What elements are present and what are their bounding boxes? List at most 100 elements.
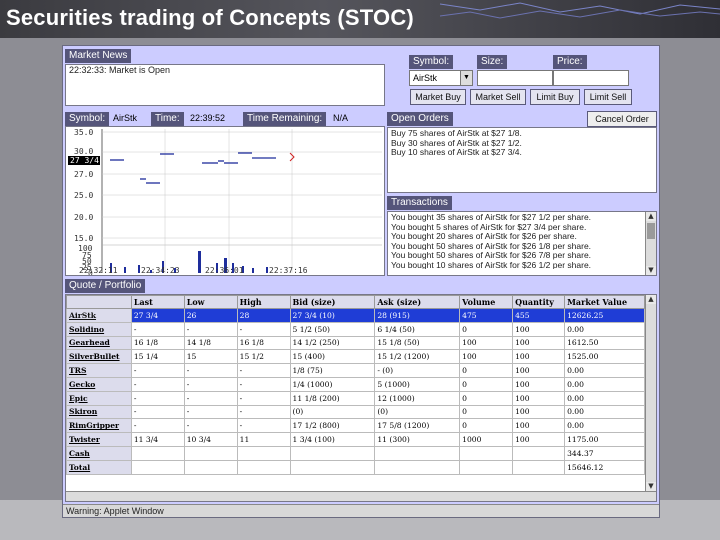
market-sell-button[interactable]: Market Sell <box>470 89 526 105</box>
column-header[interactable]: Ask (size) <box>374 295 461 309</box>
portfolio-cell: 12 (1000) <box>374 390 461 406</box>
security-name[interactable]: Solidino <box>66 321 132 337</box>
portfolio-cell: 17 5/8 (1200) <box>374 418 461 434</box>
security-name[interactable]: Skiron <box>66 404 132 420</box>
size-input[interactable] <box>477 70 553 86</box>
security-name[interactable]: TRS <box>66 363 132 378</box>
portfolio-cell: 0 <box>459 404 514 420</box>
open-order-item[interactable]: Buy 75 shares of AirStk at $27 1/8. <box>388 128 656 138</box>
portfolio-row[interactable]: Gecko - - -1/4 (1000) 5 (1000) 0 100 0.00 <box>66 376 645 392</box>
column-header[interactable]: High <box>236 295 291 309</box>
column-header[interactable]: Last <box>130 295 185 309</box>
portfolio-row[interactable]: TRS - - -1/8 (75) - (0) 0 100 0.00 <box>66 363 645 378</box>
transactions-list[interactable]: You bought 35 shares of AirStk for $27 1… <box>387 211 657 276</box>
transactions-label: Transactions <box>387 196 452 210</box>
open-order-item[interactable]: Buy 30 shares of AirStk at $27 1/2. <box>388 138 656 148</box>
portfolio-cell: - <box>183 418 238 434</box>
portfolio-row[interactable]: Total 15646.12 <box>66 459 645 475</box>
market-buy-button[interactable]: Market Buy <box>410 89 466 105</box>
limit-sell-button[interactable]: Limit Sell <box>584 89 632 105</box>
scroll-down-icon[interactable]: ▼ <box>646 266 656 275</box>
portfolio-cell: 0.00 <box>564 390 645 406</box>
column-header[interactable]: Quantity <box>512 295 566 309</box>
security-name[interactable]: Gecko <box>66 376 132 392</box>
portfolio-row[interactable]: SilverBullet 15 1/4 15 15 1/2 15 (400) 15 1/2… <box>66 349 645 365</box>
portfolio-row[interactable]: Cash 344.37 <box>66 445 645 461</box>
price-label: Price: <box>553 55 587 69</box>
chevron-down-icon[interactable]: ▼ <box>460 71 472 85</box>
portfolio-row[interactable]: Gearhead 16 1/8 14 1/8 16 1/8 14 1/2 (250) 15… <box>66 335 645 351</box>
scroll-thumb[interactable] <box>647 223 655 239</box>
portfolio-cell: 0.00 <box>564 363 645 378</box>
portfolio-row[interactable]: Solidino - - -5 1/2 (50) 6 1/4 (50) 0 100 0.00 <box>66 321 645 337</box>
column-header[interactable]: Volume <box>459 295 514 309</box>
chart-symbol-label: Symbol: <box>65 112 110 126</box>
chart-gridlines <box>102 129 382 273</box>
portfolio-hscrollbar[interactable] <box>66 491 656 501</box>
portfolio-cell: 11 1/8 (200) <box>289 390 376 406</box>
portfolio-cell: 100 <box>459 349 514 365</box>
column-header[interactable] <box>66 295 132 309</box>
portfolio-row[interactable]: RimGripper - - -17 1/2 (800) 17 5/8 (1200) 0 1… <box>66 418 645 434</box>
order-symbol-label: Symbol: <box>409 55 454 69</box>
price-input[interactable] <box>553 70 629 86</box>
portfolio-row[interactable]: AirStk 27 3/4 26 28 27 3/4 (10) 28 (915) 475 45… <box>66 308 645 323</box>
portfolio-cell: 475 <box>459 308 514 323</box>
portfolio-table-wrapper: Last Low High Bid (size) Ask (size) Volume Qua… <box>65 294 657 502</box>
portfolio-cell: 15 <box>183 349 238 365</box>
column-header[interactable]: Low <box>183 295 238 309</box>
portfolio-cell: - <box>183 390 238 406</box>
volume-bars <box>110 251 268 273</box>
portfolio-cell: 0.00 <box>564 418 645 434</box>
cancel-order-button[interactable]: Cancel Order <box>587 111 657 127</box>
security-name[interactable]: Total <box>66 459 132 475</box>
portfolio-cell: - <box>130 363 185 378</box>
price-tick: 20.0 <box>74 213 93 222</box>
market-news-box[interactable]: 22:32:33: Market is Open <box>65 64 385 106</box>
security-name[interactable]: SilverBullet <box>66 349 132 365</box>
portfolio-cell: 5 (1000) <box>374 376 461 392</box>
security-name[interactable]: Cash <box>66 445 132 461</box>
scroll-up-icon[interactable]: ▲ <box>646 212 656 221</box>
transactions-scrollbar[interactable]: ▲ ▼ <box>645 212 656 275</box>
security-name[interactable]: Epic <box>66 390 132 406</box>
portfolio-cell: 17 1/2 (800) <box>289 418 376 434</box>
price-steps <box>110 152 276 184</box>
portfolio-label: Quote / Portfolio <box>65 279 146 293</box>
portfolio-cell: 0 <box>459 321 514 337</box>
portfolio-vscrollbar[interactable]: ▲ ▼ <box>645 295 656 491</box>
portfolio-cell: 11 <box>236 432 291 447</box>
portfolio-cell: 0 <box>459 376 514 392</box>
portfolio-cell: 15646.12 <box>564 459 645 475</box>
price-tick: 30.0 <box>74 147 93 156</box>
chart-symbol-value: AirStk <box>113 113 138 123</box>
limit-buy-button[interactable]: Limit Buy <box>530 89 580 105</box>
portfolio-header-row: Last Low High Bid (size) Ask (size) Volume Qua… <box>66 295 645 309</box>
open-orders-list[interactable]: Buy 75 shares of AirStk at $27 1/8. Buy … <box>387 127 657 193</box>
portfolio-row[interactable]: Epic - - -11 1/8 (200) 12 (1000) 0 100 0.00 <box>66 390 645 406</box>
portfolio-cell <box>130 459 185 475</box>
symbol-select[interactable]: AirStk ▼ <box>409 70 473 86</box>
portfolio-cell: 26 <box>183 308 238 323</box>
security-name[interactable]: AirStk <box>66 308 132 323</box>
portfolio-row[interactable]: Skiron - - - (0) (0) 0 100 0.00 <box>66 404 645 420</box>
transaction-item: You bought 20 shares of AirStk for $26 p… <box>391 231 577 241</box>
last-price-tag-text: 27 3/4 <box>70 156 99 165</box>
scroll-up-icon[interactable]: ▲ <box>646 295 656 304</box>
column-header[interactable]: Bid (size) <box>289 295 376 309</box>
portfolio-cell: 100 <box>512 418 566 434</box>
security-name[interactable]: Gearhead <box>66 335 132 351</box>
portfolio-cell: 1175.00 <box>564 432 645 447</box>
portfolio-cell: (0) <box>374 404 461 420</box>
portfolio-cell: 1525.00 <box>564 349 645 365</box>
open-orders-label: Open Orders <box>387 112 453 126</box>
open-order-item[interactable]: Buy 10 shares of AirStk at $27 3/4. <box>388 147 656 157</box>
scroll-down-icon[interactable]: ▼ <box>646 482 656 491</box>
portfolio-cell: 100 <box>512 376 566 392</box>
security-name[interactable]: Twister <box>66 432 132 447</box>
chart-time-value: 22:39:52 <box>190 113 226 123</box>
portfolio-row[interactable]: Twister 11 3/4 10 3/4 11 1 3/4 (100) 11 (300)… <box>66 432 645 447</box>
security-name[interactable]: RimGripper <box>66 418 132 434</box>
portfolio-cell: 12626.25 <box>564 308 645 323</box>
column-header[interactable]: Market Value <box>564 295 645 309</box>
